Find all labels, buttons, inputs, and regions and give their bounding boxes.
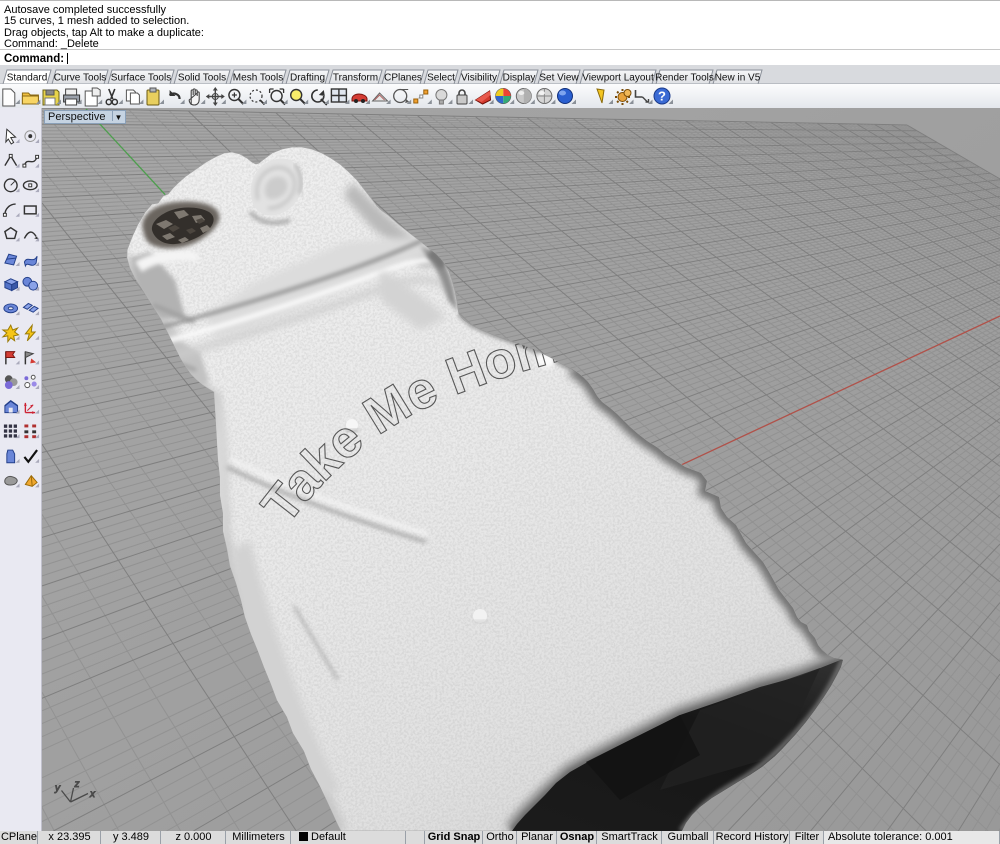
svg-text:Viewport Layout: Viewport Layout <box>582 73 654 84</box>
svg-text:z: z <box>74 779 80 790</box>
svg-text:y: y <box>54 783 61 794</box>
svg-text:Drafting: Drafting <box>290 73 325 84</box>
svg-text:Set View: Set View <box>539 73 579 84</box>
svg-text:CPlanes: CPlanes <box>384 73 422 84</box>
svg-text:Transform: Transform <box>333 73 378 84</box>
svg-text:Mesh Tools: Mesh Tools <box>233 73 283 84</box>
svg-text:x: x <box>89 789 96 800</box>
svg-text:Select: Select <box>427 73 455 84</box>
svg-text:Display: Display <box>503 73 536 84</box>
svg-text:Render Tools: Render Tools <box>655 73 714 84</box>
svg-text:Solid Tools: Solid Tools <box>178 73 226 84</box>
svg-text:Curve Tools: Curve Tools <box>54 73 107 84</box>
svg-text:Visibility: Visibility <box>461 73 497 84</box>
svg-text:New in V5: New in V5 <box>715 73 761 84</box>
svg-text:?: ? <box>658 89 666 104</box>
svg-text:Standard: Standard <box>7 73 48 84</box>
svg-text:Surface Tools: Surface Tools <box>111 73 171 84</box>
